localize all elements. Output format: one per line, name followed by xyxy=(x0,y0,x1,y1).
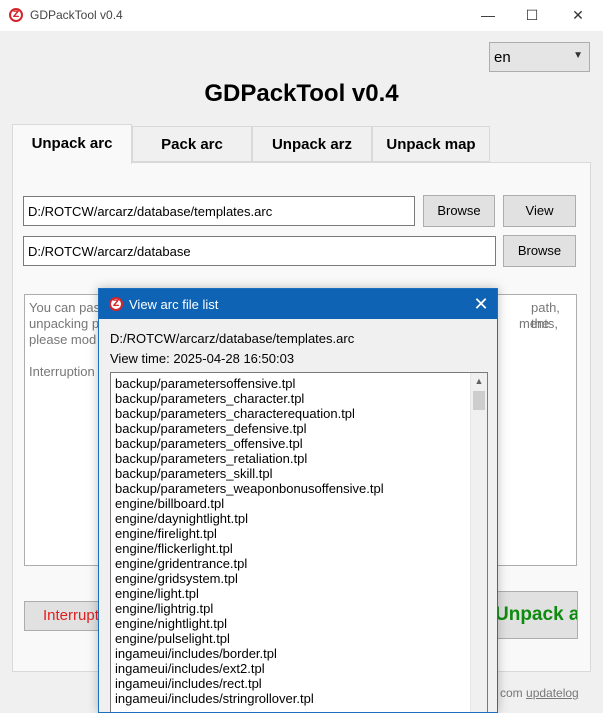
file-list-item[interactable]: engine/billboard.tpl xyxy=(115,496,465,511)
file-list-item[interactable]: ingameui/includes/rect.tpl xyxy=(115,676,465,691)
instructions-line: please mod xyxy=(29,332,97,347)
file-list-item[interactable]: engine/lightrig.tpl xyxy=(115,601,465,616)
file-list-item[interactable]: backup/parameters_retaliation.tpl xyxy=(115,451,465,466)
source-arc-input[interactable]: D:/ROTCW/arcarz/database/templates.arc xyxy=(23,196,415,226)
file-list-item[interactable]: ingameui/includes/border.tpl xyxy=(115,646,465,661)
title-bar: Z GDPackTool v0.4 — ☐ ✕ xyxy=(0,0,603,31)
window-title: GDPackTool v0.4 xyxy=(30,8,123,22)
tab-unpack-arc[interactable]: Unpack arc xyxy=(12,124,132,164)
output-dir-input[interactable]: D:/ROTCW/arcarz/database xyxy=(23,236,496,266)
file-list-item[interactable]: ingameui/includes/stringrollover.tpl xyxy=(115,691,465,706)
file-list-items: backup/parametersoffensive.tpl backup/par… xyxy=(115,376,465,706)
dialog-close-button[interactable]: ✕ xyxy=(469,292,493,316)
dialog-title-bar: Z View arc file list ✕ xyxy=(99,289,497,319)
tab-pack-arc[interactable]: Pack arc xyxy=(132,126,252,162)
file-list-item[interactable]: backup/parameters_character.tpl xyxy=(115,391,465,406)
file-list[interactable]: backup/parametersoffensive.tpl backup/par… xyxy=(110,372,488,712)
maximize-icon: ☐ xyxy=(525,7,539,23)
browse-output-button[interactable]: Browse xyxy=(503,235,576,267)
file-list-item[interactable]: engine/nightlight.tpl xyxy=(115,616,465,631)
close-icon: ✕ xyxy=(473,294,489,314)
tab-unpack-map[interactable]: Unpack map xyxy=(372,126,490,162)
maximize-button[interactable]: ☐ xyxy=(512,3,552,27)
instructions-line: You can pas xyxy=(29,300,101,315)
scroll-up-icon[interactable]: ▲ xyxy=(471,373,487,390)
minimize-icon: — xyxy=(481,7,495,23)
file-list-item[interactable]: backup/parameters_offensive.tpl xyxy=(115,436,465,451)
chevron-down-icon: ▼ xyxy=(573,50,583,61)
app-logo-icon: Z xyxy=(9,8,23,22)
dialog-view-time: View time: 2025-04-28 16:50:03 xyxy=(110,351,295,366)
scroll-thumb[interactable] xyxy=(473,391,485,410)
app-logo-icon: Z xyxy=(109,297,123,311)
file-list-item[interactable]: backup/parameters_defensive.tpl xyxy=(115,421,465,436)
instructions-line: ments, xyxy=(519,316,559,331)
file-list-item[interactable]: backup/parameters_characterequation.tpl xyxy=(115,406,465,421)
file-list-item[interactable]: engine/gridentrance.tpl xyxy=(115,556,465,571)
dialog-arc-path: D:/ROTCW/arcarz/database/templates.arc xyxy=(110,331,355,346)
file-list-item[interactable]: engine/daynightlight.tpl xyxy=(115,511,465,526)
file-list-item[interactable]: engine/flickerlight.tpl xyxy=(115,541,465,556)
language-value: en xyxy=(494,49,511,66)
updatelog-link[interactable]: updatelog xyxy=(526,686,579,700)
language-select[interactable]: en ▼ xyxy=(489,42,590,72)
close-icon: ✕ xyxy=(572,7,584,23)
browse-source-button[interactable]: Browse xyxy=(423,195,495,227)
file-list-item[interactable]: backup/parameters_weaponbonusoffensive.t… xyxy=(115,481,465,496)
instructions-line: Interruption xyxy=(29,364,95,379)
file-list-item[interactable]: backup/parametersoffensive.tpl xyxy=(115,376,465,391)
arc-file-list-dialog: Z View arc file list ✕ D:/ROTCW/arcarz/d… xyxy=(98,288,498,713)
minimize-button[interactable]: — xyxy=(468,3,508,27)
app-heading: GDPackTool v0.4 xyxy=(204,80,399,107)
file-list-item[interactable]: engine/pulselight.tpl xyxy=(115,631,465,646)
close-button[interactable]: ✕ xyxy=(558,3,598,27)
instructions-line: unpacking p xyxy=(29,316,100,331)
file-list-item[interactable]: engine/gridsystem.tpl xyxy=(115,571,465,586)
file-list-item[interactable]: engine/light.tpl xyxy=(115,586,465,601)
file-list-scrollbar[interactable]: ▲ xyxy=(470,373,487,712)
footer-prefix: com xyxy=(500,686,523,700)
file-list-item[interactable]: engine/firelight.tpl xyxy=(115,526,465,541)
dialog-title: View arc file list xyxy=(129,297,219,312)
view-button[interactable]: View xyxy=(503,195,576,227)
file-list-item[interactable]: ingameui/includes/ext2.tpl xyxy=(115,661,465,676)
file-list-item[interactable]: backup/parameters_skill.tpl xyxy=(115,466,465,481)
footer: com updatelog xyxy=(500,686,579,700)
tab-unpack-arz[interactable]: Unpack arz xyxy=(252,126,372,162)
